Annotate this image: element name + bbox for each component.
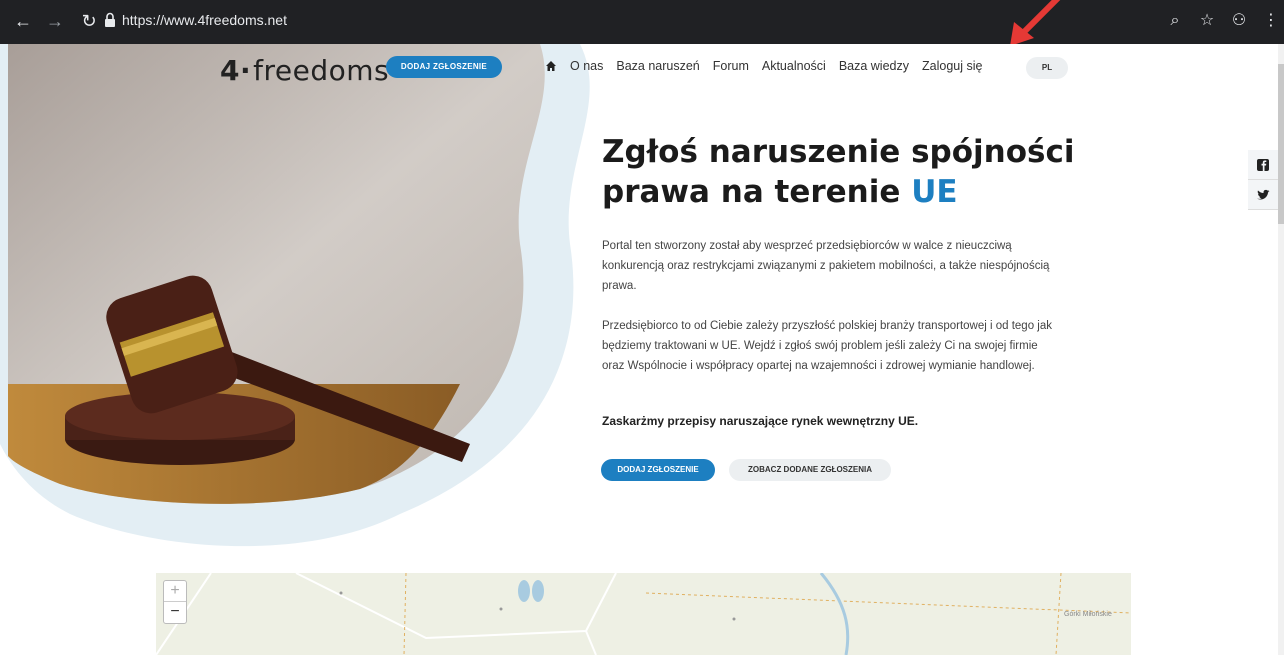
- add-report-button-header[interactable]: DODAJ ZGŁOSZENIE: [386, 56, 502, 78]
- forward-icon[interactable]: →: [44, 10, 66, 32]
- nav-item-login[interactable]: Zaloguj się: [922, 59, 982, 73]
- hero-title-line1: Zgłoś naruszenie spójności: [602, 134, 1075, 170]
- nav-item-violations-database[interactable]: Baza naruszeń: [616, 59, 699, 73]
- social-links: [1248, 150, 1278, 210]
- main-nav: O nas Baza naruszeń Forum Aktualności Ba…: [545, 59, 982, 73]
- add-report-button[interactable]: DODAJ ZGŁOSZENIE: [601, 459, 715, 481]
- nav-item-forum[interactable]: Forum: [713, 59, 749, 73]
- view-reports-button[interactable]: ZOBACZ DODANE ZGŁOSZENIA: [729, 459, 891, 481]
- lock-icon: [105, 12, 115, 27]
- language-switcher[interactable]: PL: [1026, 57, 1068, 79]
- hero-title-accent: UE: [911, 174, 958, 210]
- nav-item-knowledge-base[interactable]: Baza wiedzy: [839, 59, 909, 73]
- nav-item-about[interactable]: O nas: [570, 59, 603, 73]
- nav-item-news[interactable]: Aktualności: [762, 59, 826, 73]
- reload-icon[interactable]: ↻: [78, 10, 100, 32]
- zoom-icon[interactable]: ⌕: [1164, 10, 1186, 32]
- incognito-icon[interactable]: ⚇: [1228, 10, 1250, 32]
- appeal-paragraph: Przedsiębiorco to od Ciebie zależy przys…: [602, 320, 1052, 372]
- call-to-action-text: Zaskarżmy przepisy naruszające rynek wew…: [602, 414, 919, 428]
- address-bar[interactable]: https://www.4freedoms.net: [122, 12, 287, 28]
- back-icon[interactable]: ←: [12, 10, 34, 32]
- annotation-arrow: [1010, 0, 1061, 46]
- hero-title: Zgłoś naruszenie spójności prawa na tere…: [602, 132, 1102, 212]
- hero-image: [0, 44, 590, 547]
- browser-toolbar: ← → ↻ https://www.4freedoms.net ⌕ ☆ ⚇ ⋮: [0, 0, 1284, 44]
- zoom-in-button[interactable]: +: [164, 581, 186, 602]
- bookmark-star-icon[interactable]: ☆: [1196, 10, 1218, 32]
- page: 4·freedoms DODAJ ZGŁOSZENIE O nas Baza n…: [0, 44, 1284, 655]
- home-icon[interactable]: [545, 60, 557, 72]
- intro-paragraph: Portal ten stworzony został aby wesprzeć…: [602, 240, 1050, 292]
- site-logo[interactable]: 4·freedoms: [220, 54, 389, 87]
- facebook-icon[interactable]: [1248, 150, 1278, 180]
- hero-title-line2: prawa na terenie: [602, 174, 912, 210]
- map[interactable]: [156, 573, 1131, 655]
- logo-text: freedoms: [253, 54, 390, 87]
- map-place-label: Górki Miłońskie: [1064, 611, 1112, 618]
- logo-mark: 4·: [220, 54, 252, 87]
- scrollbar-thumb[interactable]: [1278, 64, 1284, 224]
- page-scrollbar[interactable]: [1278, 44, 1284, 655]
- menu-icon[interactable]: ⋮: [1260, 10, 1282, 32]
- twitter-icon[interactable]: [1248, 180, 1278, 210]
- zoom-out-button[interactable]: −: [164, 602, 186, 623]
- map-zoom-control: + −: [163, 580, 187, 624]
